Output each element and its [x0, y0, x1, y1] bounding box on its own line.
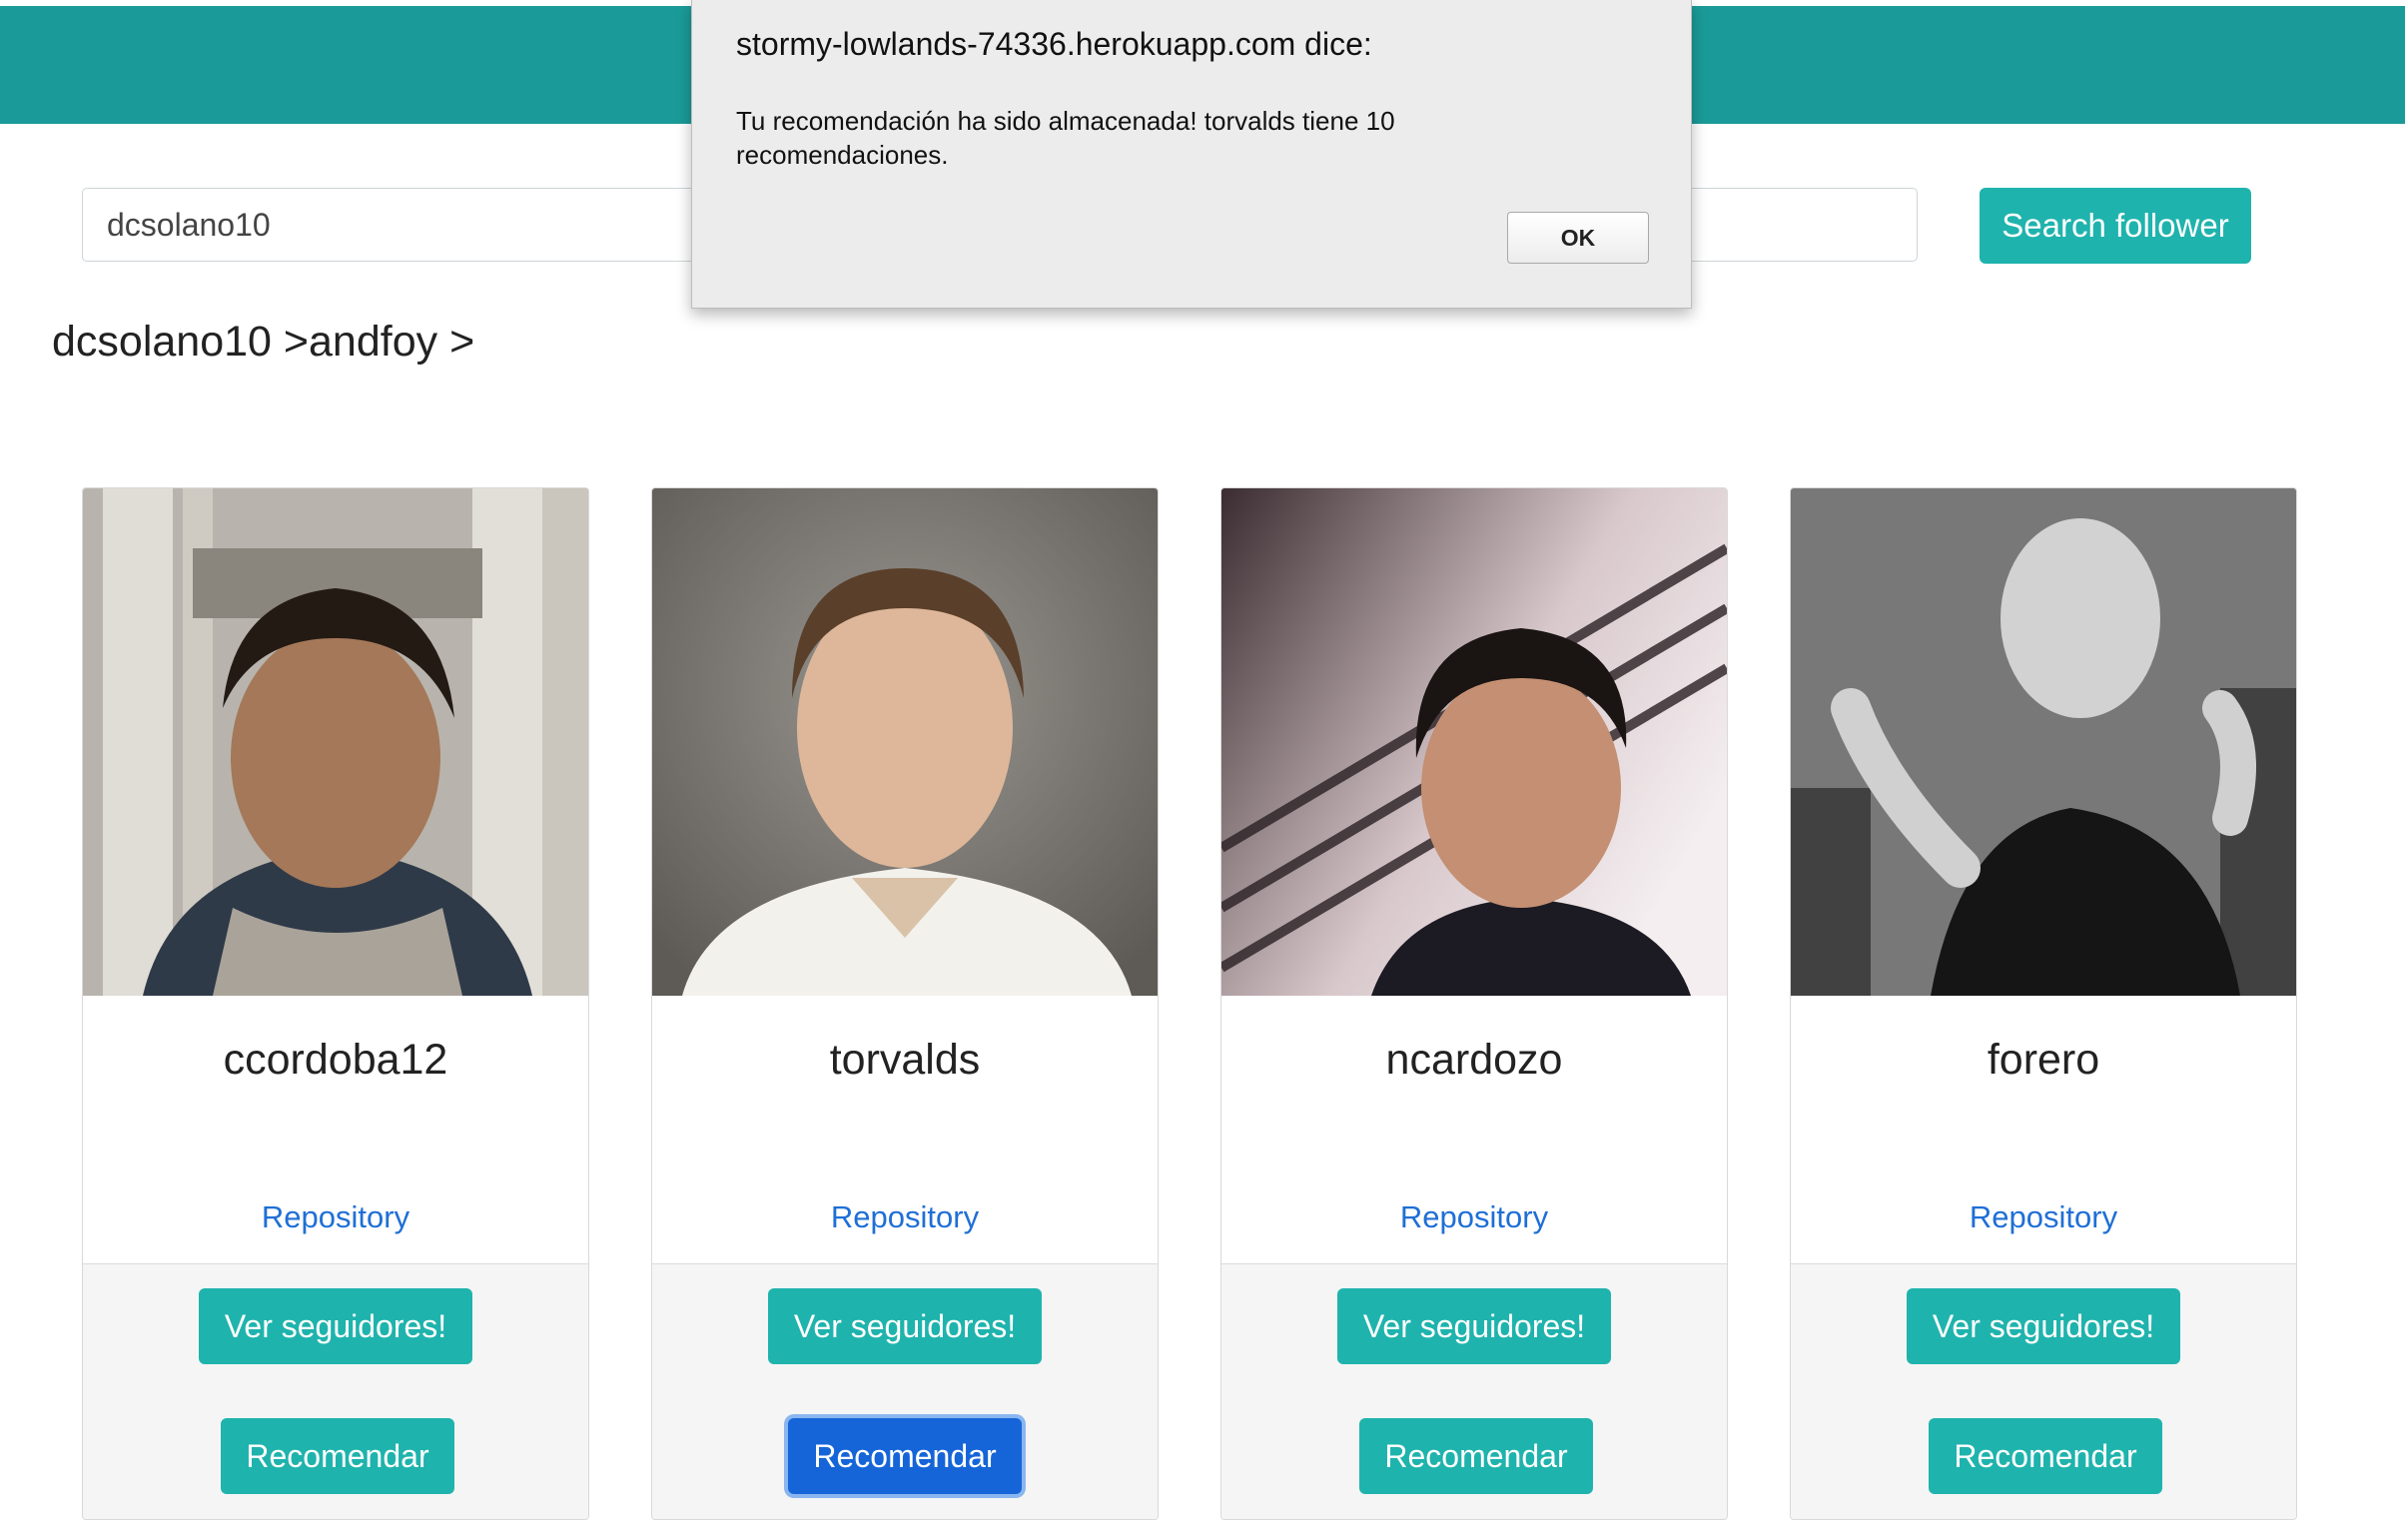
view-followers-button[interactable]: Ver seguidores!	[199, 1288, 472, 1364]
repository-link[interactable]: Repository	[652, 1199, 1158, 1235]
repository-link[interactable]: Repository	[1791, 1199, 2296, 1235]
card-username: ncardozo	[1385, 1036, 1563, 1084]
card-username: ccordoba12	[223, 1036, 448, 1084]
user-card: ncardozo Repository Ver seguidores! Reco…	[1220, 487, 1728, 1520]
user-card: torvalds Repository Ver seguidores! Reco…	[651, 487, 1159, 1520]
breadcrumb: dcsolano10 >andfoy >	[52, 318, 475, 366]
card-footer: Ver seguidores! Recomendar	[1791, 1263, 2296, 1519]
dialog-message: Tu recomendación ha sido almacenada! tor…	[736, 106, 1395, 170]
recommend-button[interactable]: Recomendar	[221, 1418, 454, 1494]
card-footer: Ver seguidores! Recomendar	[83, 1263, 588, 1519]
alert-dialog: stormy-lowlands-74336.herokuapp.com dice…	[691, 0, 1692, 309]
repository-link[interactable]: Repository	[83, 1199, 588, 1235]
search-follower-button[interactable]: Search follower	[1980, 188, 2251, 264]
view-followers-button[interactable]: Ver seguidores!	[1907, 1288, 2180, 1364]
card-footer: Ver seguidores! Recomendar	[1221, 1263, 1727, 1519]
repository-link[interactable]: Repository	[1221, 1199, 1727, 1235]
card-username: forero	[1987, 1036, 2100, 1084]
view-followers-button[interactable]: Ver seguidores!	[1337, 1288, 1611, 1364]
card-username: torvalds	[829, 1036, 981, 1084]
dialog-ok-button[interactable]: OK	[1507, 212, 1649, 264]
avatar	[1791, 488, 2296, 996]
dialog-title: stormy-lowlands-74336.herokuapp.com dice…	[736, 26, 1372, 62]
user-card: forero Repository Ver seguidores! Recome…	[1790, 487, 2297, 1520]
avatar	[83, 488, 588, 996]
avatar	[652, 488, 1158, 996]
recommend-button[interactable]: Recomendar	[1929, 1418, 2162, 1494]
view-followers-button[interactable]: Ver seguidores!	[768, 1288, 1042, 1364]
recommend-button[interactable]: Recomendar	[1359, 1418, 1593, 1494]
avatar	[1221, 488, 1727, 996]
user-card: ccordoba12 Repository Ver seguidores! Re…	[82, 487, 589, 1520]
card-footer: Ver seguidores! Recomendar	[652, 1263, 1158, 1519]
recommend-button[interactable]: Recomendar	[788, 1418, 1022, 1494]
